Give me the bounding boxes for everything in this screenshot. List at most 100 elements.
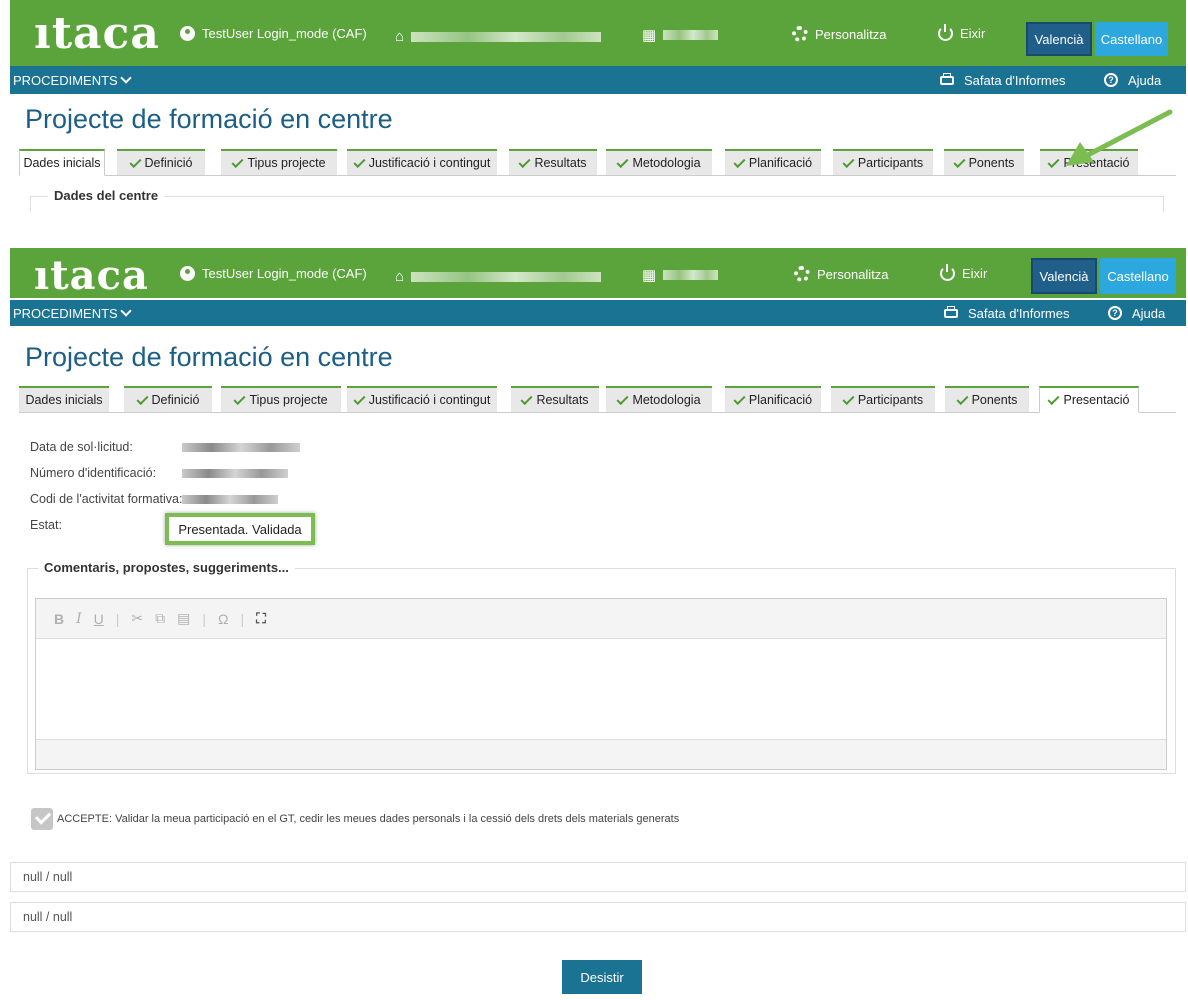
lang-valencia-button[interactable]: Valencià (1026, 22, 1092, 56)
editor-footer (36, 739, 1166, 769)
personalitza-button[interactable]: Personalitza (794, 266, 889, 282)
toolbar-separator: | (202, 610, 207, 627)
exit-label: Eixir (960, 26, 986, 41)
date-selector[interactable]: ▦ (642, 26, 719, 44)
itaca-logo[interactable]: ıtaca (34, 252, 149, 299)
power-icon (940, 264, 955, 281)
check-icon (231, 155, 244, 168)
lang-valencia-button[interactable]: Valencià (1031, 258, 1097, 294)
tab-justificacio[interactable]: Justificació i contingut (347, 149, 497, 175)
tab-label: Definició (144, 156, 193, 170)
maximize-icon[interactable]: ⛶ (256, 610, 266, 627)
date-selector[interactable]: ▦ (642, 266, 719, 284)
tab-tipus-projecte[interactable]: Tipus projecte (221, 149, 337, 175)
tab-ponents[interactable]: Ponents (945, 386, 1029, 412)
personalitza-button[interactable]: Personalitza (792, 26, 887, 42)
check-icon (1047, 392, 1060, 405)
tab-label: Tipus projecte (249, 393, 328, 407)
paste-icon[interactable]: ▤ (177, 610, 190, 627)
tab-metodologia[interactable]: Metodologia (606, 149, 712, 175)
user-name: TestUser Login_mode (CAF) (202, 266, 367, 281)
cut-icon[interactable]: ✂ (131, 610, 143, 627)
page-title: Projecte de formació en centre (25, 104, 393, 134)
user-menu[interactable]: TestUser Login_mode (CAF) (180, 26, 367, 41)
tab-definicio[interactable]: Definició (117, 149, 205, 175)
personalitza-label: Personalitza (815, 26, 887, 42)
tab-dades-inicials[interactable]: Dades inicials (19, 386, 109, 412)
tab-label: Metodologia (632, 393, 701, 407)
null-field-2: null / null (10, 902, 1186, 932)
tab-label: Resultats (536, 393, 589, 407)
comments-title: Comentaris, propostes, suggeriments... (38, 560, 295, 575)
tab-underline (19, 175, 1176, 176)
tab-label: Participants (857, 156, 924, 170)
check-icon (129, 155, 142, 168)
printer-icon (944, 305, 958, 318)
header-bar: ıtaca TestUser Login_mode (CAF) ⌂ ▦ Pers… (10, 0, 1186, 66)
tab-planificacio[interactable]: Planificació (725, 386, 821, 412)
personalitza-label: Personalitza (817, 266, 889, 282)
chevron-down-icon (120, 305, 132, 317)
gear-icon (792, 26, 808, 42)
user-icon (180, 266, 195, 281)
centre-name-redacted (411, 31, 602, 42)
reports-link[interactable]: Safata d'Informes (944, 300, 1069, 326)
tab-label: Justificació i contingut (368, 393, 491, 407)
desistir-button[interactable]: Desistir (562, 960, 642, 994)
tab-presentacio[interactable]: Presentació (1039, 386, 1139, 413)
tab-definicio[interactable]: Definició (124, 386, 212, 412)
underline-button[interactable]: U (94, 611, 104, 627)
tab-participants[interactable]: Participants (833, 149, 933, 175)
exit-button[interactable]: Eixir (938, 24, 986, 41)
check-icon (616, 155, 629, 168)
editor-text-area[interactable] (36, 639, 1166, 739)
copy-icon[interactable]: ⧉ (155, 610, 165, 627)
procediments-menu[interactable]: PROCEDIMENTS (13, 66, 132, 94)
check-icon (353, 392, 366, 405)
header-bar: ıtaca TestUser Login_mode (CAF) ⌂ ▦ Pers… (10, 248, 1186, 299)
chevron-down-icon (120, 72, 132, 84)
lang-castellano-button[interactable]: Castellano (1100, 258, 1176, 294)
check-icon (233, 392, 246, 405)
procediments-menu[interactable]: PROCEDIMENTS (13, 300, 132, 326)
tab-dades-inicials[interactable]: Dades inicials (19, 149, 105, 176)
tab-label: Definició (151, 393, 200, 407)
tab-resultats[interactable]: Resultats (511, 386, 599, 412)
exit-button[interactable]: Eixir (940, 264, 987, 281)
check-icon (616, 392, 629, 405)
lang-castellano-button[interactable]: Castellano (1095, 22, 1168, 56)
help-link[interactable]: ? Ajuda (1108, 300, 1165, 326)
green-arrow-annotation (1066, 109, 1173, 166)
reports-link[interactable]: Safata d'Informes (940, 66, 1065, 94)
tab-ponents[interactable]: Ponents (944, 149, 1024, 175)
check-icon (353, 155, 366, 168)
itaca-logo[interactable]: ıtaca (34, 8, 160, 59)
bold-button[interactable]: B (54, 611, 64, 627)
tab-planificacio[interactable]: Planificació (725, 149, 821, 175)
tab-justificacio[interactable]: Justificació i contingut (347, 386, 497, 412)
tab-participants[interactable]: Participants (831, 386, 935, 412)
estat-value: Presentada. Validada (178, 521, 302, 537)
editor-toolbar: B I U | ✂ ⧉ ▤ | Ω | ⛶ (36, 599, 1166, 639)
accept-checkbox[interactable] (31, 808, 53, 830)
check-icon (733, 155, 746, 168)
toolbar-separator: | (240, 610, 245, 627)
printer-icon (940, 72, 954, 85)
check-icon (136, 392, 149, 405)
special-char-icon[interactable]: Ω (218, 611, 228, 627)
date-redacted (663, 30, 719, 40)
tab-metodologia[interactable]: Metodologia (606, 386, 712, 412)
help-link[interactable]: ? Ajuda (1104, 66, 1161, 94)
centre-selector[interactable]: ⌂ (395, 28, 602, 45)
check-icon (842, 392, 855, 405)
codi-activitat-value-redacted (182, 495, 278, 504)
user-menu[interactable]: TestUser Login_mode (CAF) (180, 266, 367, 281)
tab-resultats[interactable]: Resultats (509, 149, 597, 175)
italic-button[interactable]: I (76, 611, 82, 627)
tab-tipus-projecte[interactable]: Tipus projecte (221, 386, 341, 412)
numero-identificacio-label: Número d'identificació: (30, 466, 157, 480)
centre-selector[interactable]: ⌂ (395, 268, 602, 285)
calendar-icon: ▦ (642, 27, 657, 44)
codi-activitat-label: Codi de l'activitat formativa: (30, 492, 183, 506)
procediments-label: PROCEDIMENTS (13, 72, 118, 88)
